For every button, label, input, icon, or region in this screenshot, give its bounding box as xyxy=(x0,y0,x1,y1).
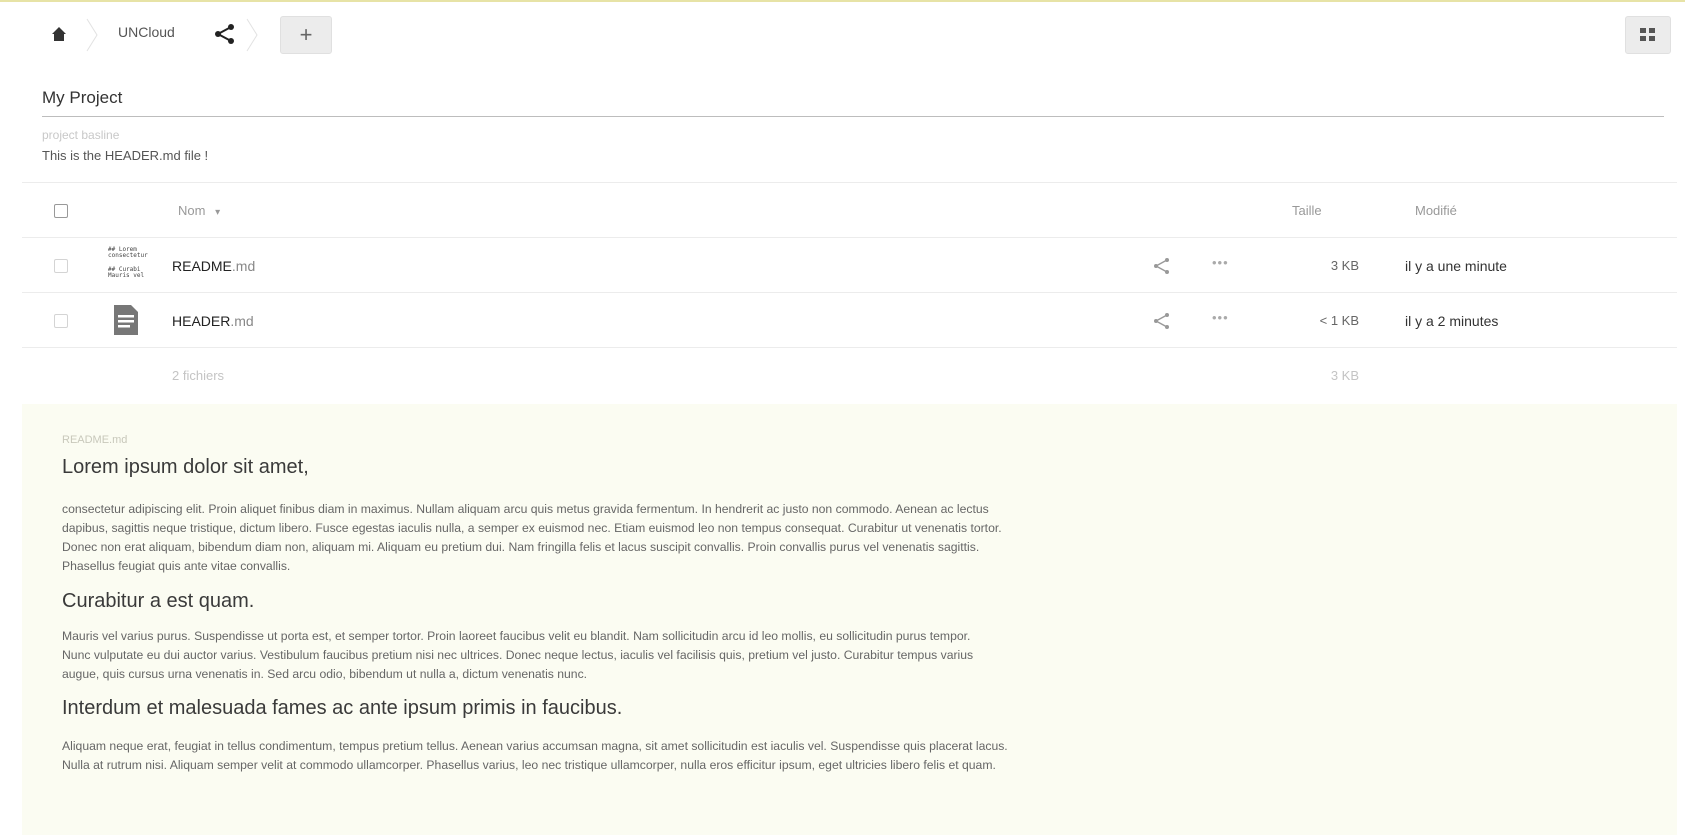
file-basename: README xyxy=(172,258,232,274)
row-checkbox[interactable] xyxy=(54,314,68,328)
project-title[interactable]: My Project xyxy=(42,88,122,108)
share-icon[interactable] xyxy=(1152,311,1172,331)
column-header-name[interactable]: Nom ▾ xyxy=(178,203,220,218)
column-header-name-label: Nom xyxy=(178,203,206,218)
view-toggle-button[interactable] xyxy=(1625,16,1671,54)
readme-line: Aliquam neque erat, feugiat in tellus co… xyxy=(62,739,1008,753)
total-size: 3 KB xyxy=(1330,368,1359,383)
readme-paragraph: Aliquam neque erat, feugiat in tellus co… xyxy=(62,737,1622,775)
breadcrumb-separator xyxy=(246,18,258,52)
breadcrumb-folder[interactable]: UNCloud xyxy=(118,24,175,40)
file-thumbnail: ## Lorem consectetur ## Curabi Mauris vel xyxy=(108,247,148,285)
readme-line: Phasellus feugiat quis ante vitae conval… xyxy=(62,559,291,573)
file-size: 3 KB xyxy=(1330,258,1359,273)
readme-line: consectetur adipiscing elit. Proin aliqu… xyxy=(62,502,989,516)
readme-heading: Curabitur a est quam. xyxy=(62,590,255,612)
readme-paragraph: Mauris vel varius purus. Suspendisse ut … xyxy=(62,627,1622,684)
thumbnail-line: Mauris vel xyxy=(108,272,145,279)
file-modified: il y a une minute xyxy=(1405,258,1507,274)
readme-paragraph: consectetur adipiscing elit. Proin aliqu… xyxy=(62,500,1622,576)
readme-line: Nulla at rutrum nisi. Aliquam semper vel… xyxy=(62,758,996,772)
breadcrumb: UNCloud + xyxy=(22,12,1677,58)
select-all-checkbox[interactable] xyxy=(54,204,68,218)
readme-line: Donec non erat aliquam, bibendum diam no… xyxy=(62,540,980,554)
row-checkbox[interactable] xyxy=(54,259,68,273)
readme-filename: README.md xyxy=(62,434,128,446)
project-title-underline xyxy=(42,116,1664,117)
sort-chevron-icon: ▾ xyxy=(215,207,221,218)
readme-panel: README.md Lorem ipsum dolor sit amet, co… xyxy=(22,404,1677,835)
table-summary-row: 2 fichiers 3 KB xyxy=(22,347,1677,405)
readme-line: Nunc vulputate eu dui auctor varius. Ves… xyxy=(62,648,974,662)
file-size: < 1 KB xyxy=(1319,313,1359,328)
home-icon[interactable] xyxy=(50,25,68,43)
more-actions-icon[interactable]: ••• xyxy=(1212,255,1229,270)
file-extension: .md xyxy=(231,258,256,274)
document-icon xyxy=(114,305,138,335)
readme-line: augue, quis cursus urna venenatis in. Se… xyxy=(62,667,588,681)
column-header-modified[interactable]: Modifié xyxy=(1415,203,1457,218)
file-name[interactable]: HEADER.md xyxy=(172,313,254,329)
file-modified: il y a 2 minutes xyxy=(1405,313,1499,329)
more-actions-icon[interactable]: ••• xyxy=(1212,310,1229,325)
share-icon[interactable] xyxy=(214,23,236,45)
table-row[interactable]: HEADER.md ••• < 1 KB il y a 2 minutes xyxy=(22,292,1677,348)
column-header-size[interactable]: Taille xyxy=(1292,203,1322,218)
table-row[interactable]: ## Lorem consectetur ## Curabi Mauris vel … xyxy=(22,237,1677,293)
breadcrumb-separator xyxy=(86,18,98,52)
readme-line: Mauris vel varius purus. Suspendisse ut … xyxy=(62,629,971,643)
file-extension: .md xyxy=(230,313,254,329)
table-header-row: Nom ▾ Taille Modifié xyxy=(22,182,1677,238)
share-icon[interactable] xyxy=(1152,256,1172,276)
top-accent-line xyxy=(0,0,1685,2)
readme-heading: Lorem ipsum dolor sit amet, xyxy=(62,456,309,478)
file-count: 2 fichiers xyxy=(172,368,225,383)
grid-icon xyxy=(1640,28,1655,41)
file-name[interactable]: README.md xyxy=(172,258,255,274)
thumbnail-line: consectetur xyxy=(108,252,148,259)
project-baseline-label: project basline xyxy=(42,128,120,142)
readme-line: dapibus, sagittis neque tristique, dictu… xyxy=(62,521,1002,535)
header-md-content: This is the HEADER.md file ! xyxy=(42,148,209,163)
add-button[interactable]: + xyxy=(280,16,332,54)
readme-heading: Interdum et malesuada fames ac ante ipsu… xyxy=(62,697,623,719)
file-basename: HEADER xyxy=(172,313,231,329)
